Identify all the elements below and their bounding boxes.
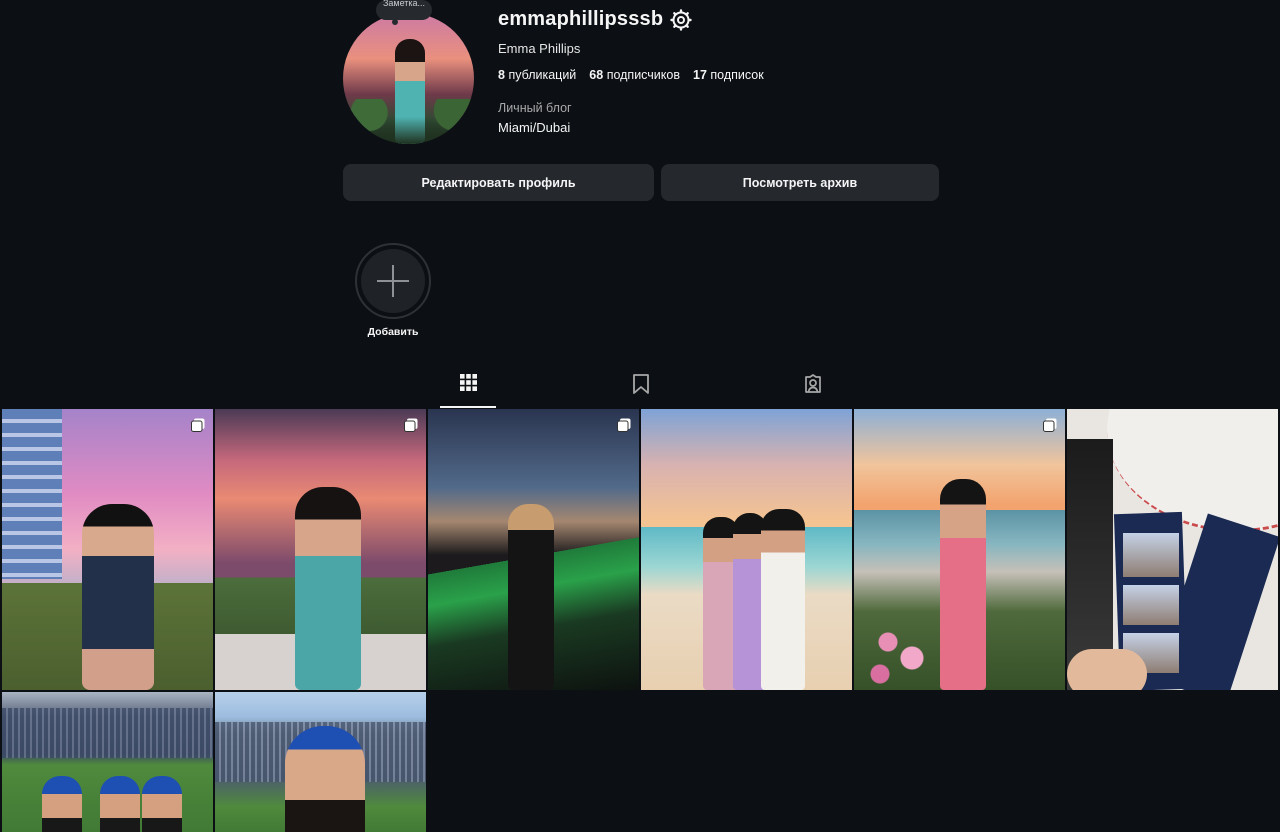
settings-gear-icon[interactable] <box>669 8 693 32</box>
carousel-icon <box>404 418 418 432</box>
tab-tagged[interactable] <box>785 374 841 406</box>
post-tile[interactable] <box>215 692 426 832</box>
new-highlight-button[interactable]: Добавить <box>354 243 432 338</box>
highlight-ring <box>355 243 431 319</box>
profile-page: Заметка... emmaphillipsssb Emma Phillips… <box>0 0 1280 832</box>
bookmark-icon <box>633 374 649 394</box>
carousel-icon <box>191 418 205 432</box>
followers-count: 68 <box>589 68 604 82</box>
post-tile[interactable] <box>2 692 213 832</box>
carousel-icon <box>617 418 631 432</box>
profile-stats: 8 публикаций 68 подписчиков 17 подписок <box>498 68 764 82</box>
plus-icon <box>377 265 409 297</box>
note-bubble-text: Заметка... <box>382 0 426 8</box>
grid-icon <box>459 374 477 391</box>
post-tile[interactable] <box>2 409 213 690</box>
profile-avatar[interactable] <box>343 13 474 144</box>
post-tile[interactable] <box>641 409 852 690</box>
avatar-image <box>343 13 474 144</box>
profile-bio: Miami/Dubai <box>498 120 571 135</box>
new-highlight-label: Добавить <box>367 326 419 338</box>
view-archive-button[interactable]: Посмотреть архив <box>661 164 939 201</box>
followers-label: подписчиков <box>606 68 680 82</box>
following-count: 17 <box>693 68 707 82</box>
posts-count: 8 <box>498 68 505 82</box>
profile-category: Личный блог <box>498 101 572 115</box>
note-bubble-tail <box>392 19 398 25</box>
post-tile[interactable] <box>854 409 1065 690</box>
carousel-icon <box>1043 418 1057 432</box>
followers-stat[interactable]: 68 подписчиков <box>589 68 680 82</box>
tagged-icon <box>805 374 821 393</box>
tab-saved[interactable] <box>613 374 669 406</box>
post-tile[interactable] <box>1067 409 1278 690</box>
profile-username: emmaphillipsssb <box>498 8 664 30</box>
edit-profile-button[interactable]: Редактировать профиль <box>343 164 654 201</box>
post-tile[interactable] <box>215 409 426 690</box>
tab-posts[interactable] <box>440 374 496 408</box>
posts-stat: 8 публикаций <box>498 68 576 82</box>
following-label: подписок <box>710 68 764 82</box>
note-bubble[interactable]: Заметка... <box>376 0 432 20</box>
highlight-inner <box>361 249 425 313</box>
following-stat[interactable]: 17 подписок <box>693 68 764 82</box>
posts-label: публикаций <box>508 68 577 82</box>
post-tile[interactable] <box>428 409 639 690</box>
profile-full-name: Emma Phillips <box>498 41 581 56</box>
